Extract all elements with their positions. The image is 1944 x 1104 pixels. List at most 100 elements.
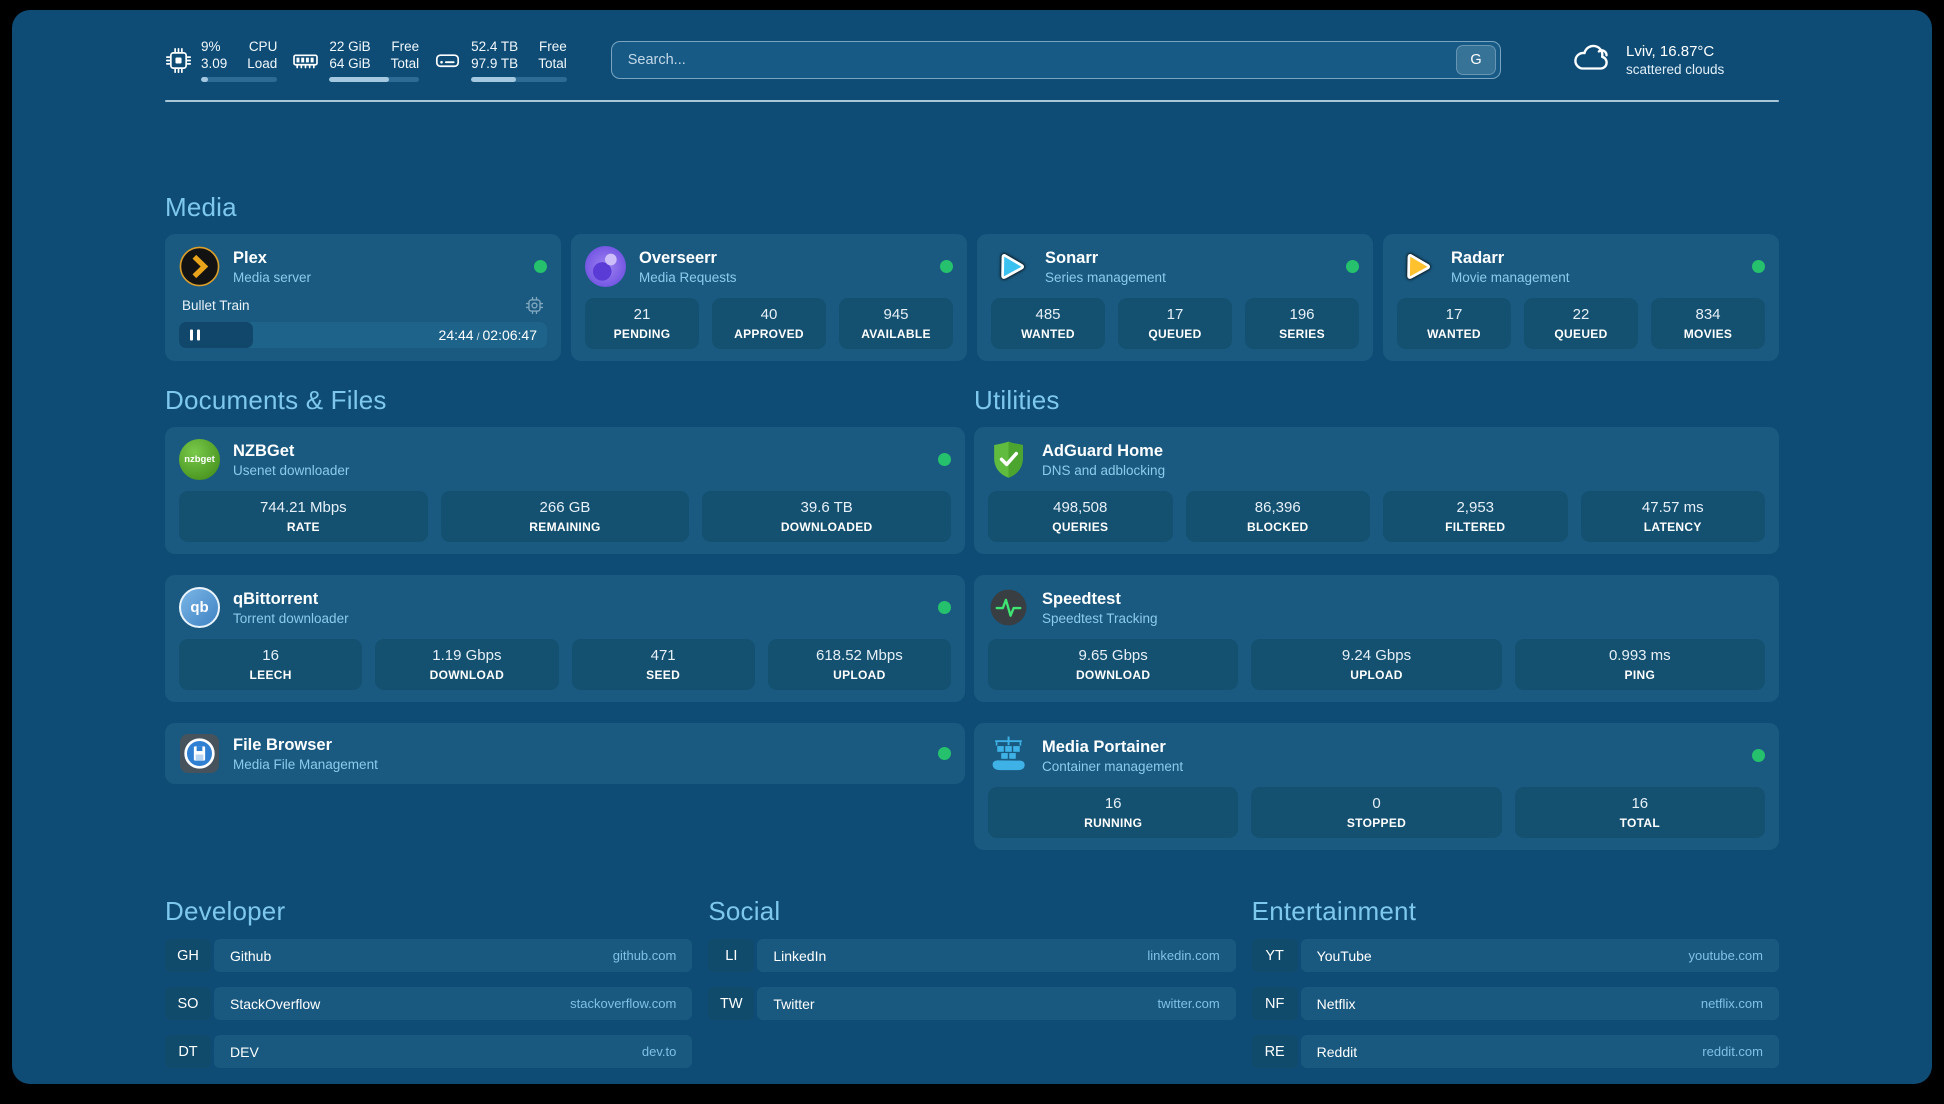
sonarr-play-icon	[991, 246, 1032, 287]
now-playing-row: Bullet Train	[179, 296, 547, 315]
section-title-social: Social	[708, 896, 1235, 927]
bookmark-stackoverflow[interactable]: SO StackOverflow stackoverflow.com	[165, 987, 692, 1020]
app-description: Media File Management	[233, 756, 378, 773]
plex-icon	[179, 246, 220, 287]
stat-value: 22	[1528, 305, 1634, 324]
stat-label: REMAINING	[445, 520, 686, 535]
stat-label: WANTED	[1401, 327, 1507, 342]
bookmark-name: StackOverflow	[230, 996, 320, 1012]
section-title-entertainment: Entertainment	[1252, 896, 1779, 927]
stat-value: 0.993 ms	[1519, 646, 1761, 665]
bookmark-github[interactable]: GH Github github.com	[165, 939, 692, 972]
radarr-card[interactable]: Radarr Movie management 17 WANTED 22 QUE…	[1383, 234, 1779, 361]
stat-label: WANTED	[995, 327, 1101, 342]
app-description: Media server	[233, 269, 311, 286]
bookmark-name: DEV	[230, 1044, 259, 1060]
status-online-dot	[938, 453, 951, 466]
stat-box: 618.52 Mbps UPLOAD	[768, 639, 951, 690]
stat-value: 498,508	[992, 498, 1169, 517]
disk-icon	[433, 47, 462, 74]
stat-label: MOVIES	[1655, 327, 1761, 342]
adguard-card[interactable]: AdGuard Home DNS and adblocking 498,508 …	[974, 427, 1779, 554]
stat-box: 47.57 ms LATENCY	[1581, 491, 1766, 542]
cpu-percent-value: 9%	[201, 38, 227, 55]
memory-free-value: 22 GiB	[329, 38, 370, 55]
stat-label: BLOCKED	[1190, 520, 1367, 535]
stat-label: DOWNLOAD	[379, 668, 554, 683]
bookmark-name: LinkedIn	[773, 948, 826, 964]
stat-box: 16 LEECH	[179, 639, 362, 690]
stat-box: 266 GB REMAINING	[441, 491, 690, 542]
filebrowser-card[interactable]: File Browser Media File Management	[165, 723, 965, 784]
bookmark-abbr: LI	[708, 939, 754, 972]
stat-value: 17	[1401, 305, 1507, 324]
bookmark-twitter[interactable]: TW Twitter twitter.com	[708, 987, 1235, 1020]
top-bar: 9% 3.09 CPU Load	[165, 10, 1779, 84]
stat-row: 485 WANTED 17 QUEUED 196 SERIES	[991, 298, 1359, 349]
bookmark-group-social: Social LI LinkedIn linkedin.com TW Twitt…	[708, 896, 1235, 1083]
stat-value: 0	[1255, 794, 1497, 813]
stat-value: 9.24 Gbps	[1255, 646, 1497, 665]
stat-label: UPLOAD	[772, 668, 947, 683]
plex-card[interactable]: Plex Media server Bullet Train 24:44	[165, 234, 561, 361]
search-input[interactable]	[611, 41, 1501, 79]
stat-box: 945 AVAILABLE	[839, 298, 953, 349]
disk-total-label: Total	[538, 55, 567, 72]
utilities-column: Utilities AdGuard Home DNS and adblockin…	[974, 385, 1779, 850]
bookmark-domain: reddit.com	[1702, 1044, 1763, 1059]
qbittorrent-card[interactable]: qb qBittorrent Torrent downloader 16 LEE…	[165, 575, 965, 702]
stat-box: 498,508 QUERIES	[988, 491, 1173, 542]
app-name: NZBGet	[233, 441, 349, 461]
status-online-dot	[1752, 260, 1765, 273]
search-bar: G	[611, 41, 1501, 79]
status-online-dot	[1752, 749, 1765, 762]
stat-row: 21 PENDING 40 APPROVED 945 AVAILABLE	[585, 298, 953, 349]
bookmark-domain: twitter.com	[1158, 996, 1220, 1011]
stat-value: 21	[589, 305, 695, 324]
app-name: Overseerr	[639, 248, 737, 268]
stat-box: 485 WANTED	[991, 298, 1105, 349]
stat-value: 39.6 TB	[706, 498, 947, 517]
pause-icon[interactable]	[190, 330, 200, 341]
bookmark-abbr: TW	[708, 987, 754, 1020]
nzbget-card[interactable]: nzbget NZBGet Usenet downloader 744.21 M…	[165, 427, 965, 554]
documents-column: Documents & Files nzbget NZBGet Usenet d…	[165, 385, 965, 784]
bookmark-netflix[interactable]: NF Netflix netflix.com	[1252, 987, 1779, 1020]
disk-total-value: 97.9 TB	[471, 55, 518, 72]
stat-value: 47.57 ms	[1585, 498, 1762, 517]
sonarr-card[interactable]: Sonarr Series management 485 WANTED 17 Q…	[977, 234, 1373, 361]
stat-row: 16 RUNNING 0 STOPPED 16 TOTAL	[988, 787, 1765, 838]
stat-box: 21 PENDING	[585, 298, 699, 349]
playback-time: 24:44 / 02:06:47	[439, 327, 537, 343]
app-name: Speedtest	[1042, 589, 1158, 609]
portainer-card[interactable]: Media Portainer Container management 16 …	[974, 723, 1779, 850]
stat-box: 2,953 FILTERED	[1383, 491, 1568, 542]
transcode-chip-icon[interactable]	[525, 296, 544, 315]
weather-widget: Lviv, 16.87°C scattered clouds	[1571, 42, 1779, 79]
plex-card-header: Plex Media server	[179, 246, 547, 287]
bookmark-reddit[interactable]: RE Reddit reddit.com	[1252, 1035, 1779, 1068]
stat-value: 744.21 Mbps	[183, 498, 424, 517]
stat-box: 39.6 TB DOWNLOADED	[702, 491, 951, 542]
topbar-divider	[165, 100, 1779, 102]
playback-progressbar[interactable]: 24:44 / 02:06:47	[179, 322, 547, 348]
bookmark-abbr: RE	[1252, 1035, 1298, 1068]
bookmark-abbr: NF	[1252, 987, 1298, 1020]
bookmark-abbr: SO	[165, 987, 211, 1020]
bookmark-linkedin[interactable]: LI LinkedIn linkedin.com	[708, 939, 1235, 972]
status-online-dot	[938, 601, 951, 614]
radarr-play-icon	[1397, 246, 1438, 287]
stat-box: 1.19 Gbps DOWNLOAD	[375, 639, 558, 690]
stat-box: 196 SERIES	[1245, 298, 1359, 349]
disk-free-label: Free	[538, 38, 567, 55]
status-online-dot	[940, 260, 953, 273]
overseerr-card[interactable]: Overseerr Media Requests 21 PENDING 40 A…	[571, 234, 967, 361]
bookmark-dev[interactable]: DT DEV dev.to	[165, 1035, 692, 1068]
stat-value: 485	[995, 305, 1101, 324]
bookmark-domain: netflix.com	[1701, 996, 1763, 1011]
stat-value: 471	[576, 646, 751, 665]
speedtest-card[interactable]: Speedtest Speedtest Tracking 9.65 Gbps D…	[974, 575, 1779, 702]
stat-label: AVAILABLE	[843, 327, 949, 342]
bookmark-youtube[interactable]: YT YouTube youtube.com	[1252, 939, 1779, 972]
search-engine-button[interactable]: G	[1456, 45, 1496, 75]
